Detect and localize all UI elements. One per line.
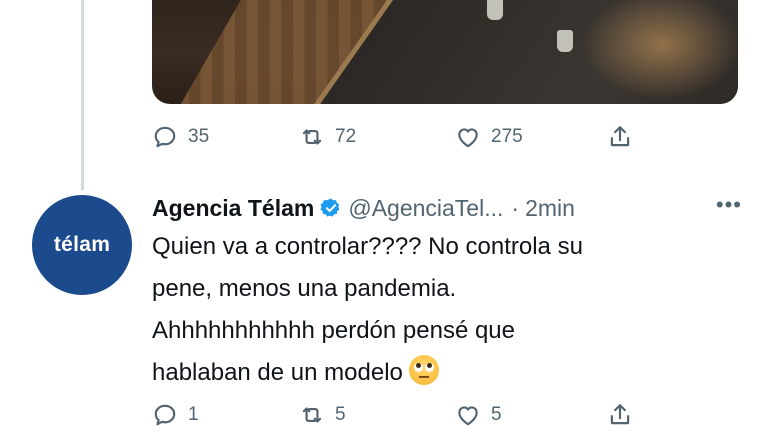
header-separator: · xyxy=(511,194,520,221)
like-icon xyxy=(458,406,478,426)
user-handle[interactable]: @AgenciaTel... xyxy=(348,195,503,222)
like-count: 5 xyxy=(491,404,502,425)
reply-button[interactable]: 35 xyxy=(152,124,209,150)
reply-icon xyxy=(154,404,176,426)
retweet-count: 5 xyxy=(335,404,346,425)
tweet-media-image[interactable] xyxy=(152,0,738,104)
avatar-logo-text: télam xyxy=(53,233,111,256)
retweet-button[interactable]: 72 xyxy=(299,124,356,150)
display-name[interactable]: Agencia Télam xyxy=(152,195,314,222)
thread-connector-line xyxy=(81,0,84,190)
tweet-text-line: Quien va a controlar???? No controla su xyxy=(152,233,583,260)
tweet-text-line: pene, menos una pandemia. xyxy=(152,275,457,302)
avatar[interactable]: télam xyxy=(32,195,132,295)
like-button[interactable]: 275 xyxy=(455,124,523,150)
reply-button[interactable]: 1 xyxy=(152,402,199,428)
share-icon xyxy=(610,126,630,147)
tweet-text-line-last: hablaban de un modelo xyxy=(152,352,742,394)
tweet-header: Agencia Télam @AgenciaTel... · 2min ••• xyxy=(152,192,742,224)
tweet-text: Quien va a controlar???? No controla su … xyxy=(152,226,742,394)
share-button[interactable] xyxy=(607,402,633,428)
reply-count: 1 xyxy=(188,404,199,425)
like-count: 275 xyxy=(491,126,523,147)
tweet-timestamp[interactable]: 2min xyxy=(525,195,575,222)
tweet-text-line: Ahhhhhhhhhhh perdón pensé que xyxy=(152,317,515,344)
like-button[interactable]: 5 xyxy=(455,402,502,428)
verified-badge-icon xyxy=(320,198,340,217)
like-icon xyxy=(458,128,478,148)
retweet-count: 72 xyxy=(335,126,357,147)
retweet-icon xyxy=(302,129,322,145)
more-options-button[interactable]: ••• xyxy=(716,192,742,218)
reply-count: 35 xyxy=(188,126,210,147)
retweet-icon xyxy=(302,407,322,423)
retweet-button[interactable]: 5 xyxy=(299,402,346,428)
tweet-text-line: hablaban de un modelo xyxy=(152,359,403,386)
tweet-action-bar: 1 5 5 xyxy=(152,400,652,430)
previous-tweet-action-bar: 35 72 275 xyxy=(152,122,652,152)
reply-icon xyxy=(154,126,176,148)
rolling-eyes-emoji xyxy=(408,355,439,385)
share-icon xyxy=(610,404,630,425)
share-button[interactable] xyxy=(607,124,633,150)
